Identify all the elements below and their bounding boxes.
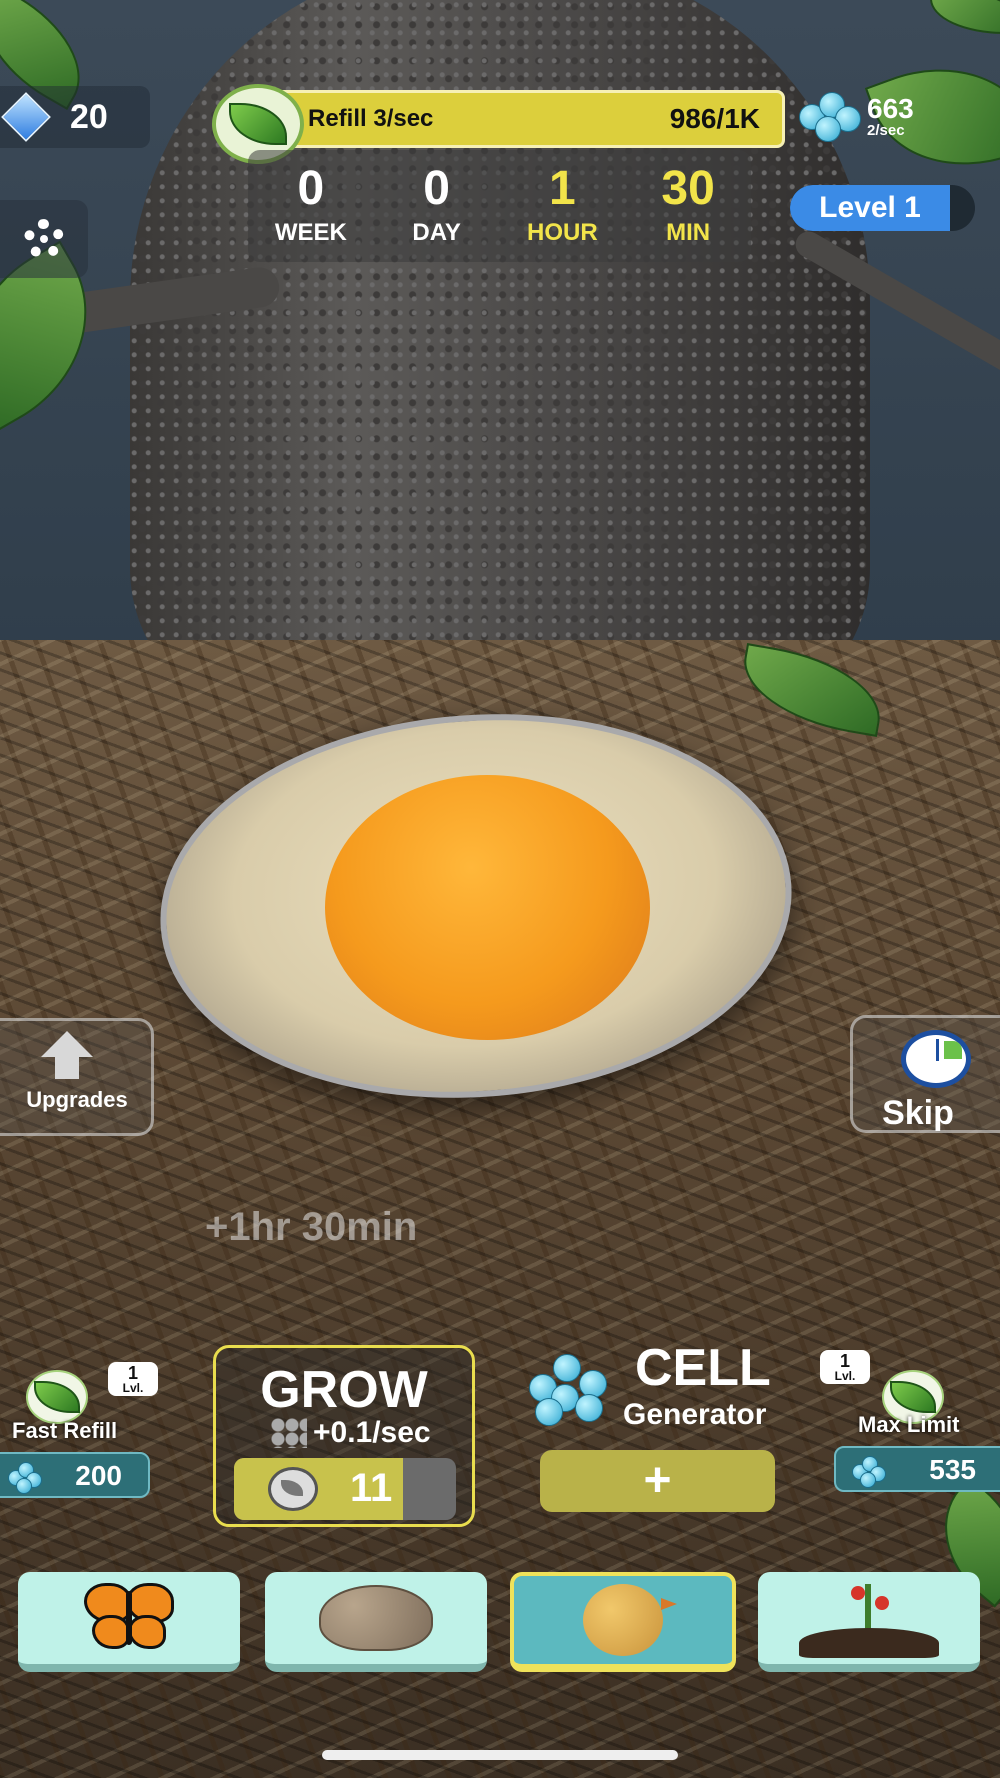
fast-refill-cost[interactable]: 200 [0,1452,150,1498]
grow-buy-button[interactable]: 11 [234,1458,456,1520]
upgrades-label: Upgrades [26,1087,128,1112]
cells-icon [525,1348,611,1426]
arrow-up-icon [41,1031,93,1057]
cells-icon [8,1462,44,1494]
stopwatch-icon [901,1030,971,1088]
max-limit-card[interactable]: 1 Lvl. Max Limit 535 [820,1350,1000,1498]
timer-min: 30 MIN [661,162,715,247]
gem-counter[interactable]: 20 [0,86,150,148]
max-limit-cost[interactable]: 535 [834,1446,1000,1492]
skip-button[interactable]: Skip [850,1015,1000,1133]
cells-gray-icon [271,1418,307,1448]
seed-icon [268,1467,318,1511]
cells-icon [795,88,861,144]
cells-rate: 2/sec [867,121,905,139]
upgrades-button[interactable]: Upgrades [0,1018,154,1136]
grow-title: GROW [260,1361,428,1419]
generator-subtitle: Generator [623,1398,767,1431]
diamond-icon [1,92,51,142]
tab-plant[interactable] [758,1572,980,1672]
refill-bar: Refill 3/sec 986/1K [255,90,785,148]
fast-refill-label: Fast Refill [12,1418,118,1443]
grow-panel[interactable]: GROW +0.1/sec 11 [213,1345,475,1527]
timer-hour: 1 HOUR [527,162,598,247]
timer-day: 0 DAY [412,162,461,247]
time-bonus-text: +1hr 30min [205,1205,418,1249]
frog-icon [319,1585,433,1651]
level-tag: 1 Lvl. [820,1350,870,1384]
gem-count: 20 [70,97,108,136]
level-indicator[interactable]: Level 1 [790,185,975,231]
cells-icon [852,1456,888,1488]
skip-label: Skip [882,1094,954,1132]
cell-title: CELL [635,1339,771,1397]
grow-cost: 11 [350,1466,393,1510]
refill-value: 986/1K [669,103,760,134]
gear-icon [24,219,64,259]
refill-label: Refill 3/sec [308,105,434,132]
tab-butterfly[interactable] [18,1572,240,1672]
plant-icon [799,1578,939,1658]
butterfly-icon [84,1583,174,1653]
cells-count: 663 [867,92,914,124]
level-label: Level 1 [819,191,921,224]
add-generator-button[interactable]: + [540,1450,775,1512]
game-scene [0,0,1000,1778]
incubation-timer: 0 WEEK 0 DAY 1 HOUR 30 MIN [248,150,751,262]
cell-generator-panel: CELL Generator + [515,1330,800,1530]
level-tag: 1 Lvl. [108,1362,158,1396]
leaf-icon [26,1370,88,1424]
chick-icon [583,1584,677,1656]
tab-frog[interactable] [265,1572,487,1672]
egg-yolk[interactable] [325,775,650,1040]
tab-chick[interactable] [510,1572,736,1672]
settings-button[interactable] [0,200,88,278]
fast-refill-card[interactable]: 1 Lvl. Fast Refill 200 [0,1362,158,1498]
home-indicator[interactable] [322,1750,678,1760]
timer-week: 0 WEEK [274,162,347,247]
grow-rate: +0.1/sec [271,1416,431,1450]
max-limit-label: Max Limit [858,1412,960,1437]
cells-counter: 663 2/sec [795,88,914,144]
